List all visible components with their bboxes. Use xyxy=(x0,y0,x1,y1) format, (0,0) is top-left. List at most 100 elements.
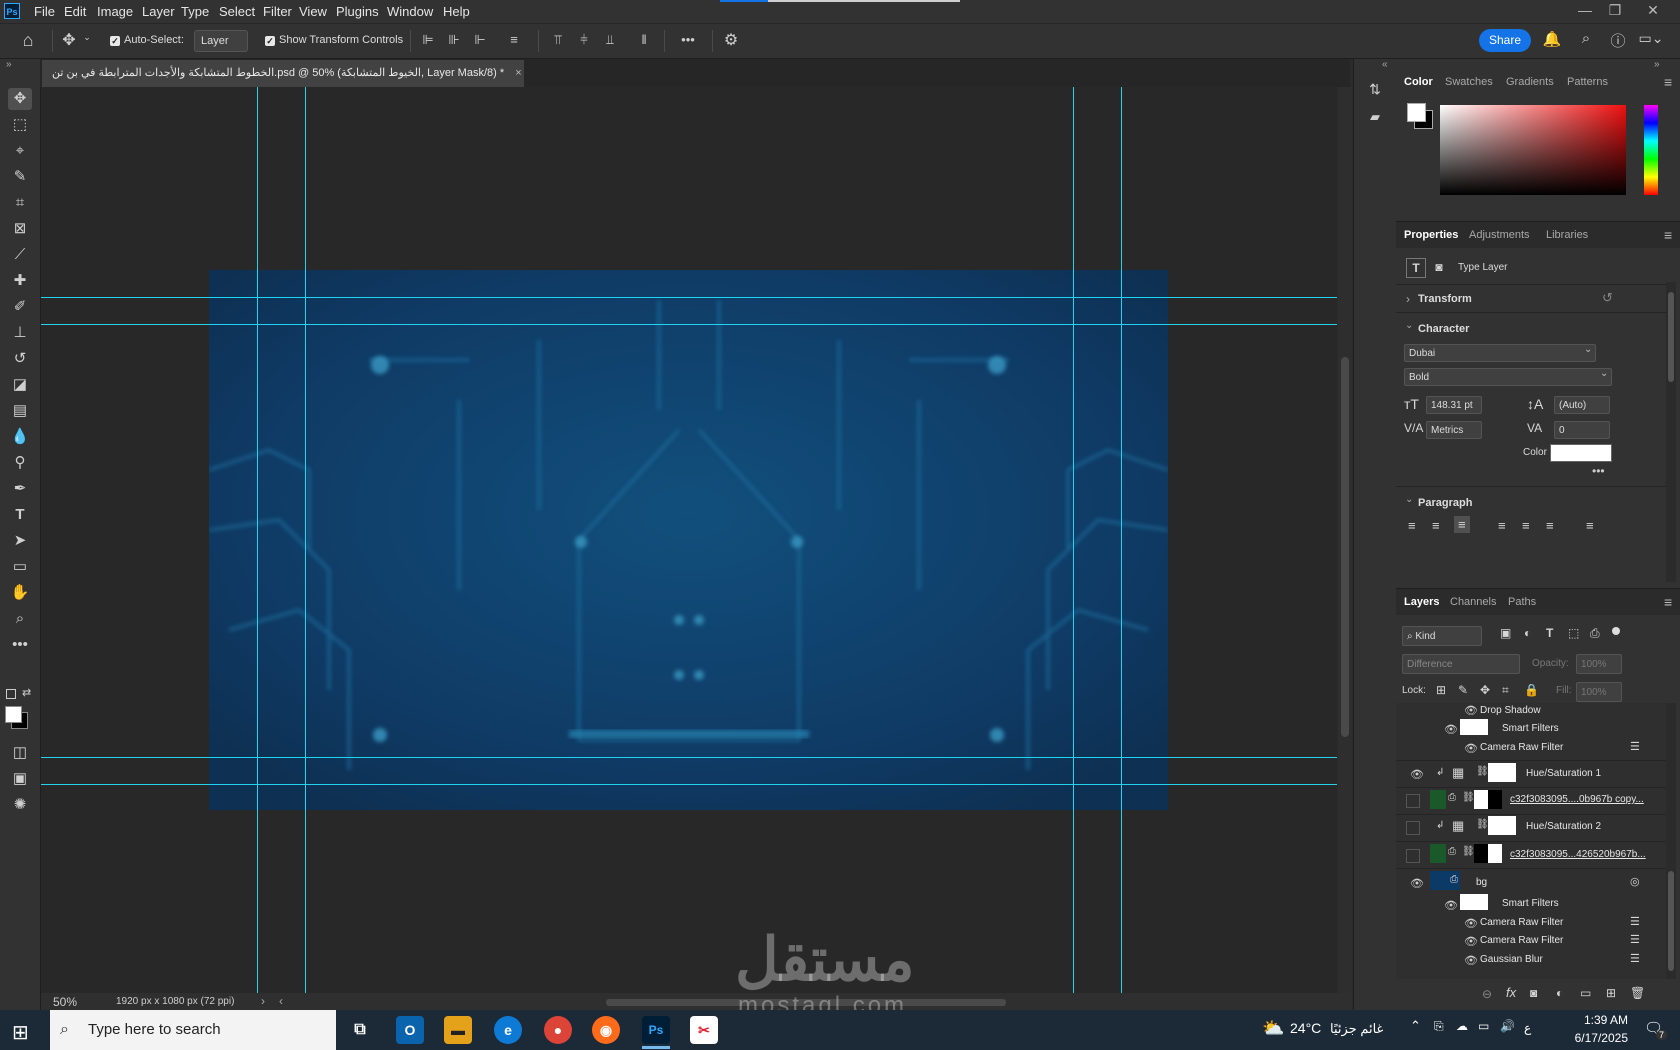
smart-filters-label[interactable]: Smart Filters xyxy=(1502,723,1559,734)
scroll-thumb[interactable] xyxy=(1341,357,1349,737)
menu-plugins[interactable]: Plugins xyxy=(336,0,379,23)
align-left-text-icon[interactable]: ≡ xyxy=(1408,518,1416,533)
object-selection-tool-icon[interactable]: ⌖ xyxy=(8,140,32,162)
scroll-thumb[interactable] xyxy=(1668,292,1674,382)
minimize-icon[interactable]: — xyxy=(1570,0,1600,22)
comments-panel-icon[interactable]: ▰ xyxy=(1364,109,1386,125)
move-tool-icon[interactable]: ✥ xyxy=(8,88,32,110)
effect-drop-shadow[interactable]: Drop Shadow xyxy=(1480,705,1541,716)
vertical-guide[interactable] xyxy=(1073,87,1074,993)
tray-icon[interactable]: ⎘ xyxy=(1434,1019,1444,1034)
horizontal-guide[interactable] xyxy=(41,324,1337,325)
eye-icon[interactable]: 👁 xyxy=(1464,704,1478,717)
menu-window[interactable]: Window xyxy=(387,0,433,23)
chevron-right-icon[interactable]: › xyxy=(261,994,265,1008)
tracking-field[interactable]: 0 xyxy=(1554,421,1610,439)
lock-transparent-icon[interactable]: ⊞ xyxy=(1436,683,1446,697)
generative-icon[interactable]: ✺ xyxy=(8,794,32,816)
layer-mask-thumbnail[interactable] xyxy=(1474,790,1488,809)
clock-time[interactable]: 1:39 AM xyxy=(1572,1013,1628,1027)
scroll-left-icon[interactable]: ‹ xyxy=(279,994,283,1008)
align-left-icon[interactable]: ⊫ xyxy=(420,32,436,48)
tab-patterns[interactable]: Patterns xyxy=(1567,69,1608,95)
visibility-off-box[interactable] xyxy=(1406,794,1420,808)
layer-image[interactable]: c32f3083095...426520b967b... xyxy=(1510,849,1646,860)
eye-icon[interactable]: 👁 xyxy=(1464,917,1478,930)
layer-mask-thumbnail[interactable] xyxy=(1488,816,1516,835)
tab-properties[interactable]: Properties xyxy=(1404,222,1458,248)
firefox-icon[interactable]: ◉ xyxy=(592,1016,620,1044)
horizontal-guide[interactable] xyxy=(41,784,1337,785)
tab-adjustments[interactable]: Adjustments xyxy=(1469,222,1530,248)
layer-hue-saturation-2[interactable]: Hue/Saturation 2 xyxy=(1526,821,1601,832)
windows-start-icon[interactable]: ⊞ xyxy=(12,1020,29,1045)
network-icon[interactable]: ▭ xyxy=(1478,1019,1489,1033)
menu-file[interactable]: File xyxy=(34,0,55,23)
brush-tool-icon[interactable]: ✐ xyxy=(8,296,32,318)
chevron-up-icon[interactable]: ⌃ xyxy=(1410,1018,1421,1034)
distribute-horizontal-icon[interactable]: ‖ xyxy=(636,32,652,47)
hue-slider[interactable] xyxy=(1644,105,1658,195)
link-icon[interactable]: ⛓ xyxy=(1476,819,1489,830)
link-icon[interactable]: ⛓ xyxy=(1476,766,1489,777)
search-icon[interactable]: ⌕ xyxy=(1576,30,1596,47)
filter-options-icon[interactable]: ☰ xyxy=(1630,952,1640,965)
reset-icon[interactable]: ↺ xyxy=(1602,290,1613,306)
collapse-icon[interactable]: » xyxy=(6,59,12,70)
vertical-guide[interactable] xyxy=(257,87,258,993)
lock-artboard-icon[interactable]: ⌗ xyxy=(1502,683,1509,698)
leading-field[interactable]: (Auto) xyxy=(1554,396,1610,414)
eraser-tool-icon[interactable]: ◪ xyxy=(8,374,32,396)
layer-mask-thumbnail[interactable] xyxy=(1488,790,1502,809)
close-window-icon[interactable]: ✕ xyxy=(1638,0,1668,22)
path-selection-tool-icon[interactable]: ➤ xyxy=(8,530,32,552)
panel-menu-icon[interactable]: ≡ xyxy=(1664,589,1672,615)
kerning-field[interactable]: Metrics xyxy=(1426,421,1482,439)
rectangle-tool-icon[interactable]: ▭ xyxy=(8,556,32,578)
tab-libraries[interactable]: Libraries xyxy=(1546,222,1588,248)
link-icon[interactable]: ⛓ xyxy=(1462,846,1475,857)
chevron-down-icon[interactable]: ⌄ xyxy=(1405,494,1413,505)
filter-options-icon[interactable]: ☰ xyxy=(1630,740,1640,753)
filter-options-icon[interactable]: ☰ xyxy=(1630,933,1640,946)
eye-icon[interactable]: 👁 xyxy=(1410,877,1424,890)
tab-color[interactable]: Color xyxy=(1404,69,1433,95)
swap-colors-icon[interactable]: ⇄ xyxy=(22,686,31,699)
eye-icon[interactable]: 👁 xyxy=(1410,768,1424,781)
layer-thumbnail[interactable] xyxy=(1430,844,1446,863)
edge-icon[interactable]: e xyxy=(494,1016,522,1044)
mask-icon[interactable]: ◙ xyxy=(1430,258,1448,276)
filter-options-icon[interactable]: ☰ xyxy=(1630,915,1640,928)
menu-type[interactable]: Type xyxy=(181,0,209,23)
eyedropper-tool-icon[interactable]: ⟋ xyxy=(8,244,32,266)
chevron-down-icon[interactable]: ⌄ xyxy=(82,32,92,43)
foreground-color-swatch[interactable] xyxy=(1407,103,1426,122)
menu-select[interactable]: Select xyxy=(219,0,255,23)
vertical-guide[interactable] xyxy=(305,87,306,993)
panel-menu-icon[interactable]: ≡ xyxy=(1664,222,1672,248)
fx-icon[interactable]: fx xyxy=(1506,985,1516,1000)
justify-center-icon[interactable]: ≡ xyxy=(1522,518,1530,533)
character-section[interactable]: Character xyxy=(1418,323,1469,335)
new-layer-icon[interactable]: ⊞ xyxy=(1606,986,1616,1000)
font-family-dropdown[interactable]: Dubai xyxy=(1404,344,1596,362)
menu-filter[interactable]: Filter xyxy=(263,0,292,23)
chevron-down-icon[interactable]: ⌄ xyxy=(1405,320,1413,331)
layer-mask-thumbnail[interactable] xyxy=(1474,844,1488,863)
filter-kind-dropdown[interactable]: ⌕ Kind xyxy=(1402,626,1482,646)
paragraph-section[interactable]: Paragraph xyxy=(1418,497,1472,509)
chevron-down-icon[interactable]: ⌄ xyxy=(1600,368,1608,379)
tab-channels[interactable]: Channels xyxy=(1450,589,1496,615)
dodge-tool-icon[interactable]: ⚲ xyxy=(8,452,32,474)
foreground-color-swatch[interactable] xyxy=(5,706,22,723)
close-tab-icon[interactable]: × xyxy=(515,67,521,79)
blend-mode-dropdown[interactable]: Difference xyxy=(1402,654,1520,674)
layer-mask-thumbnail[interactable] xyxy=(1488,763,1516,782)
bell-icon[interactable]: 🔔 xyxy=(1542,30,1562,48)
eye-icon[interactable]: 👁 xyxy=(1444,723,1458,736)
align-vcenter-icon[interactable]: ⫩ xyxy=(576,32,592,48)
justify-right-icon[interactable]: ≡ xyxy=(1546,518,1554,533)
more-options-icon[interactable]: ••• xyxy=(676,32,700,47)
smart-filter-mask-thumbnail[interactable] xyxy=(1460,719,1488,735)
default-colors-icon[interactable] xyxy=(6,689,16,699)
